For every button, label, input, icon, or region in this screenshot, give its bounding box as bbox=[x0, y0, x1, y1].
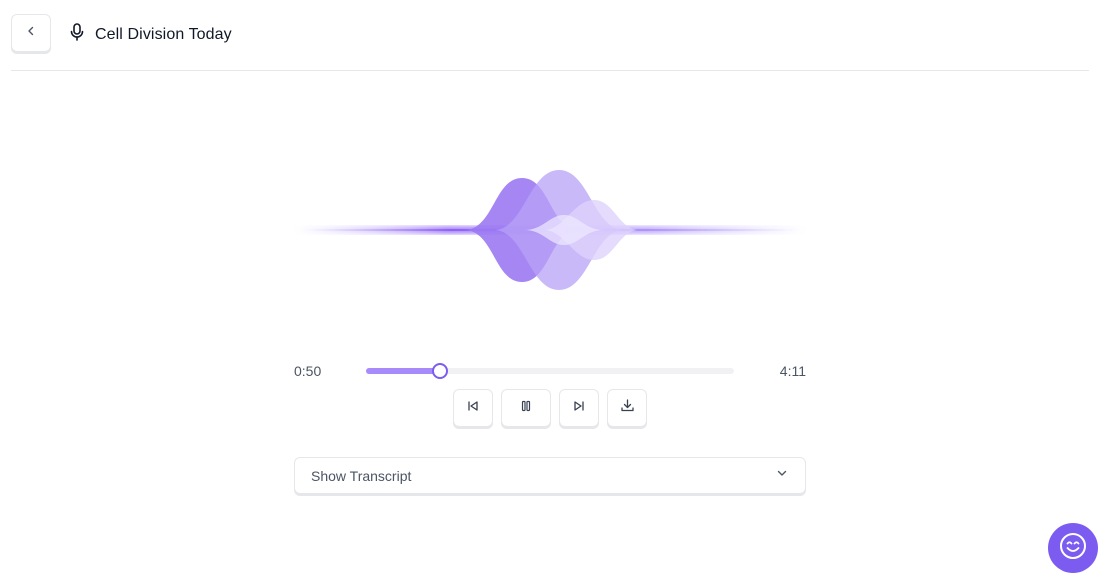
progress-slider[interactable] bbox=[366, 363, 734, 379]
progress-fill bbox=[366, 368, 440, 374]
smile-icon bbox=[1058, 531, 1088, 566]
skip-back-icon bbox=[466, 399, 480, 418]
page-title-group: Cell Division Today bbox=[67, 22, 232, 47]
assistant-button[interactable] bbox=[1048, 523, 1098, 573]
current-time: 0:50 bbox=[294, 363, 322, 379]
transcript-toggle-label: Show Transcript bbox=[311, 467, 412, 484]
download-button[interactable] bbox=[607, 389, 647, 427]
duration-time: 4:11 bbox=[779, 363, 806, 379]
pause-button[interactable] bbox=[501, 389, 551, 427]
playback-controls bbox=[453, 389, 647, 427]
skip-forward-icon bbox=[572, 399, 586, 418]
page-title: Cell Division Today bbox=[95, 25, 232, 43]
header-bar: Cell Division Today bbox=[11, 14, 1089, 71]
show-transcript-toggle[interactable]: Show Transcript bbox=[294, 457, 806, 494]
back-button[interactable] bbox=[11, 14, 51, 52]
previous-button[interactable] bbox=[453, 389, 493, 427]
chevron-left-icon bbox=[24, 24, 38, 43]
audio-waveform bbox=[294, 170, 806, 290]
download-icon bbox=[620, 398, 635, 418]
chevron-down-icon bbox=[775, 466, 789, 485]
next-button[interactable] bbox=[559, 389, 599, 427]
microphone-icon bbox=[67, 22, 87, 47]
progress-thumb[interactable] bbox=[431, 363, 448, 379]
pause-icon bbox=[519, 399, 533, 418]
